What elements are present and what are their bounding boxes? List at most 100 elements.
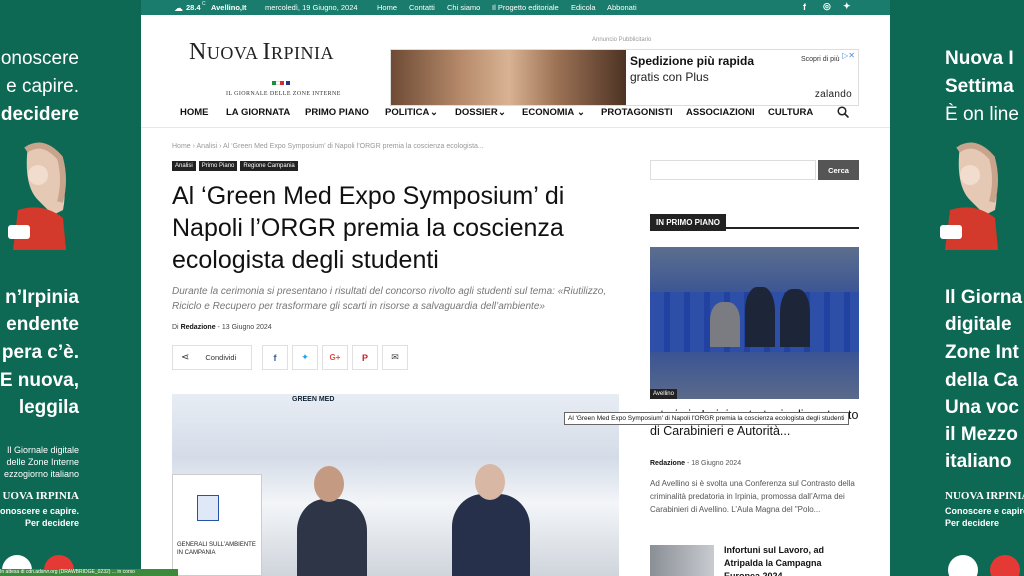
sidebar-item-image[interactable] [650,545,714,576]
email-icon[interactable]: ✉ [382,345,408,370]
chevron-down-icon: ⌄ [577,107,585,118]
right-skin-ad[interactable]: Nuova I Settima È on line Il Giorna digi… [890,0,1024,576]
share-button[interactable]: ⋖ Condividi [172,345,252,370]
skin-text: Conoscere e capire. [945,506,1024,516]
hero-card-text: GENERALI SULL'AMBIENTE IN CAMPANIA [177,542,256,556]
ad-subline: gratis con Plus [630,70,709,84]
skin-brand: NUOVA IRPINIA [945,490,1024,502]
twitter-icon[interactable]: ✦ [843,1,851,12]
skin-text: digitale [945,314,1012,335]
share-icon: ⋖ [181,352,190,363]
hero-image[interactable]: GREEN MED GENERALI SULL'AMBIENTE IN CAMP… [172,394,619,576]
current-date: mercoledì, 19 Giugno, 2024 [265,3,358,12]
weather-icon: ☁ [174,3,183,13]
skin-text: Nuova I [945,48,1014,69]
nav-primo-piano[interactable]: PRIMO PIANO [305,107,369,118]
hero-banner-text: GREEN MED [292,396,335,403]
nav-cultura[interactable]: CULTURA [768,107,813,118]
nav-associazioni[interactable]: ASSOCIAZIONI [686,107,755,118]
browser-status-bar: In attesa di cdn.adsrvr.org (DRAWBRIDGE_… [0,569,178,576]
skin-text: onoscere e capire. [0,506,79,516]
illustration-girl-icon [8,142,66,250]
skin-brand: UOVA IRPINIA [2,490,79,502]
skin-text: Settima [945,76,1014,97]
nav-protagonisti[interactable]: PROTAGONISTI [601,107,673,118]
region-crest-icon [197,495,219,521]
top-link-home[interactable]: Home [377,3,397,12]
illustration-girl-icon [940,142,998,250]
hero-card: GENERALI SULL'AMBIENTE IN CAMPANIA [172,474,262,576]
skin-text: n’Irpinia [5,287,79,308]
instagram-icon[interactable]: ◎ [823,1,831,12]
category-tag[interactable]: Primo Piano [198,161,238,171]
skin-text: endente [6,314,79,335]
breadcrumb[interactable]: Home › Analisi › Al ‘Green Med Expo Symp… [172,143,484,150]
top-link-abbonati[interactable]: Abbonati [607,3,637,12]
skin-text: Per decidere [24,518,79,528]
skin-text: È on line [945,104,1019,125]
image-tooltip: Al 'Green Med Expo Symposium' di Napoli … [564,412,849,425]
weather-unit: C [202,1,206,7]
article-meta: Di Redazione - 13 Giugno 2024 [172,324,272,331]
ad-headline: Spedizione più rapida [630,54,755,68]
skin-text: Una voc [945,397,1019,418]
sidebar-featured-excerpt: Ad Avellino si è svolta una Conferenza s… [650,479,855,514]
weather-temp: 28.4 [186,3,201,12]
skin-text: Per decidere [945,518,1000,528]
facebook-icon[interactable]: f [262,345,288,370]
top-link-chi-siamo[interactable]: Chi siamo [447,3,480,12]
nav-home[interactable]: HOME [180,107,209,118]
facebook-icon[interactable]: f [803,2,806,12]
sidebar-featured-tag[interactable]: Avellino [650,389,677,399]
left-skin-ad[interactable]: onoscere e capire. decidere n’Irpinia en… [0,0,141,576]
site-header: NUOVA IRPINIA IL GIORNALE DELLE ZONE INT… [141,15,890,106]
skin-text: Il Giornale digitale [6,445,79,455]
google-plus-icon[interactable]: G+ [322,345,348,370]
flag-icon [272,81,290,85]
top-link-edicola[interactable]: Edicola [571,3,596,12]
site-logo[interactable]: NUOVA IRPINIA [189,39,334,66]
category-tag[interactable]: Analisi [172,161,196,171]
sidebar-section-header: IN PRIMO PIANO [650,212,859,231]
article-title: Al ‘Green Med Expo Symposium’ di Napoli … [172,182,565,274]
sidebar-item-title[interactable]: Infortuni sul Lavoro, ad Atripalda la Ca… [724,544,859,576]
pinterest-icon[interactable]: P [352,345,378,370]
skin-text: leggila [18,397,79,418]
twitter-icon[interactable]: ✦ [292,345,318,370]
category-tag[interactable]: Regione Campania [240,161,298,171]
ad-cta[interactable]: Scopri di più [801,56,840,63]
nav-politica[interactable]: POLITICA [385,107,429,118]
skin-text: Il Giorna [945,287,1023,308]
nav-dossier[interactable]: DOSSIER [455,107,498,118]
skin-text: onoscere [0,48,79,69]
skin-text: della Ca [945,370,1018,391]
nav-economia[interactable]: ECONOMIA [522,107,574,118]
skin-text: italiano [945,451,1012,472]
article-author[interactable]: Redazione [181,324,216,331]
nav-la-giornata[interactable]: LA GIORNATA [226,107,290,118]
ad-close-icon[interactable]: ▷✕ [842,51,855,60]
skin-text: pera c’è. [1,342,79,363]
chevron-down-icon: ⌄ [498,107,506,118]
skin-badge-icon [990,555,1020,576]
sidebar-featured-meta: Redazione - 18 Giugno 2024 [650,460,742,467]
main-content: ☁ 28.4 C Avellino,It mercoledì, 19 Giugn… [141,0,890,576]
top-link-contatti[interactable]: Contatti [409,3,435,12]
person-image [452,494,530,576]
person-head-image [314,466,344,502]
skin-text: ezzogiorno italiano [3,469,79,479]
skin-text: decidere [0,104,79,125]
top-link-progetto[interactable]: Il Progetto editoriale [492,3,559,12]
search-icon[interactable] [837,106,849,118]
top-bar: ☁ 28.4 C Avellino,It mercoledì, 19 Giugn… [141,0,890,15]
weather-city: Avellino,It [211,3,247,12]
skin-text: E nuova, [0,370,79,391]
sidebar-featured-image[interactable]: Avellino [650,247,859,399]
sidebar-search-input[interactable] [650,160,816,180]
skin-text: e capire. [6,76,79,97]
person-head-image [475,464,505,500]
ad-label: Annuncio Pubblicitario [592,37,652,43]
skin-text: Zone Int [945,342,1019,363]
main-nav: HOME LA GIORNATA PRIMO PIANO POLITICA ⌄ … [141,98,890,128]
sidebar-search-button[interactable]: Cerca [818,160,859,180]
